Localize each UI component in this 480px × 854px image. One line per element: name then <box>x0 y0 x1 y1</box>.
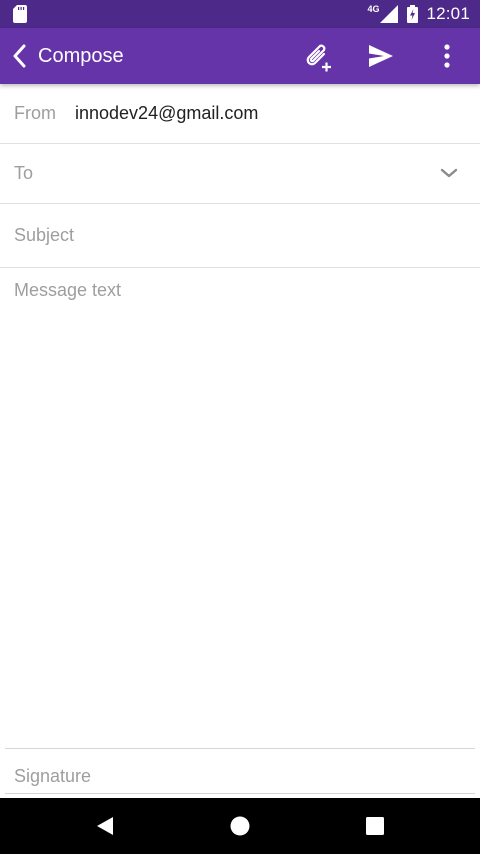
signature-field[interactable] <box>0 756 480 796</box>
divider <box>5 748 475 749</box>
attach-add-icon <box>306 44 331 72</box>
app-bar: Compose <box>0 28 480 84</box>
navigation-bar <box>0 798 480 854</box>
nav-recents-button[interactable] <box>359 810 391 842</box>
send-button[interactable] <box>363 38 399 74</box>
message-body-field[interactable] <box>0 268 480 746</box>
to-row <box>0 144 480 204</box>
subject-row <box>0 204 480 268</box>
from-account[interactable]: innodev24@gmail.com <box>75 103 258 124</box>
signal-icon <box>380 5 399 23</box>
back-button[interactable] <box>8 42 30 70</box>
nav-back-icon <box>97 817 113 835</box>
from-row: From innodev24@gmail.com <box>0 84 480 144</box>
send-icon <box>369 45 393 67</box>
nav-recents-icon <box>366 817 384 835</box>
attach-button[interactable] <box>298 38 334 74</box>
sd-card-icon <box>13 5 27 23</box>
nav-home-icon <box>230 816 250 836</box>
to-field[interactable] <box>0 144 480 203</box>
more-options-button[interactable] <box>429 38 465 74</box>
from-label: From <box>14 103 56 123</box>
more-vert-icon <box>444 44 450 68</box>
battery-charging-icon <box>407 5 419 23</box>
chevron-down-icon[interactable] <box>440 166 458 180</box>
network-type-label: 4G <box>367 4 380 14</box>
nav-home-button[interactable] <box>224 810 256 842</box>
subject-field[interactable] <box>0 204 480 267</box>
divider <box>5 793 475 794</box>
status-indicators: 4G 12:01 <box>367 0 470 28</box>
status-bar: 4G 12:01 <box>0 0 480 28</box>
page-title: Compose <box>38 45 124 67</box>
clock: 12:01 <box>426 4 470 23</box>
back-chevron-icon <box>13 44 26 68</box>
nav-back-button[interactable] <box>89 810 121 842</box>
